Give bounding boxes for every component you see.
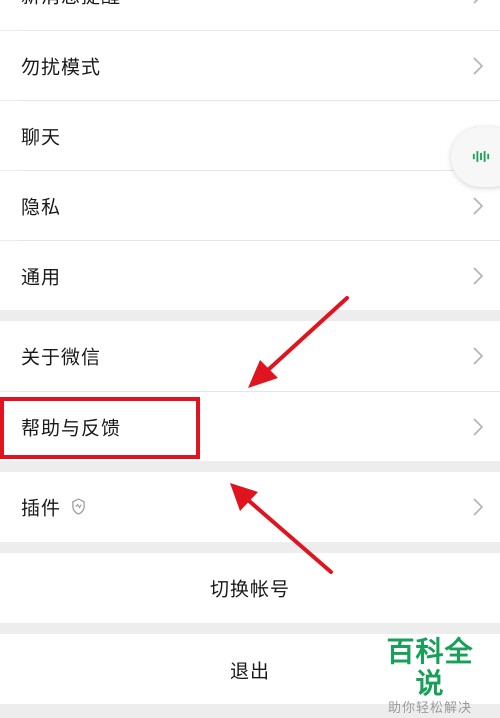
annotation-arrows: [230, 296, 349, 574]
watermark-title: 百科全说: [386, 635, 474, 700]
watermark-subtitle: 助你轻松解决: [387, 701, 472, 716]
arrow-upper: [248, 296, 349, 388]
watermark-logo: 百科全说 助你轻松解决: [374, 636, 486, 718]
arrow-lower: [230, 483, 333, 574]
